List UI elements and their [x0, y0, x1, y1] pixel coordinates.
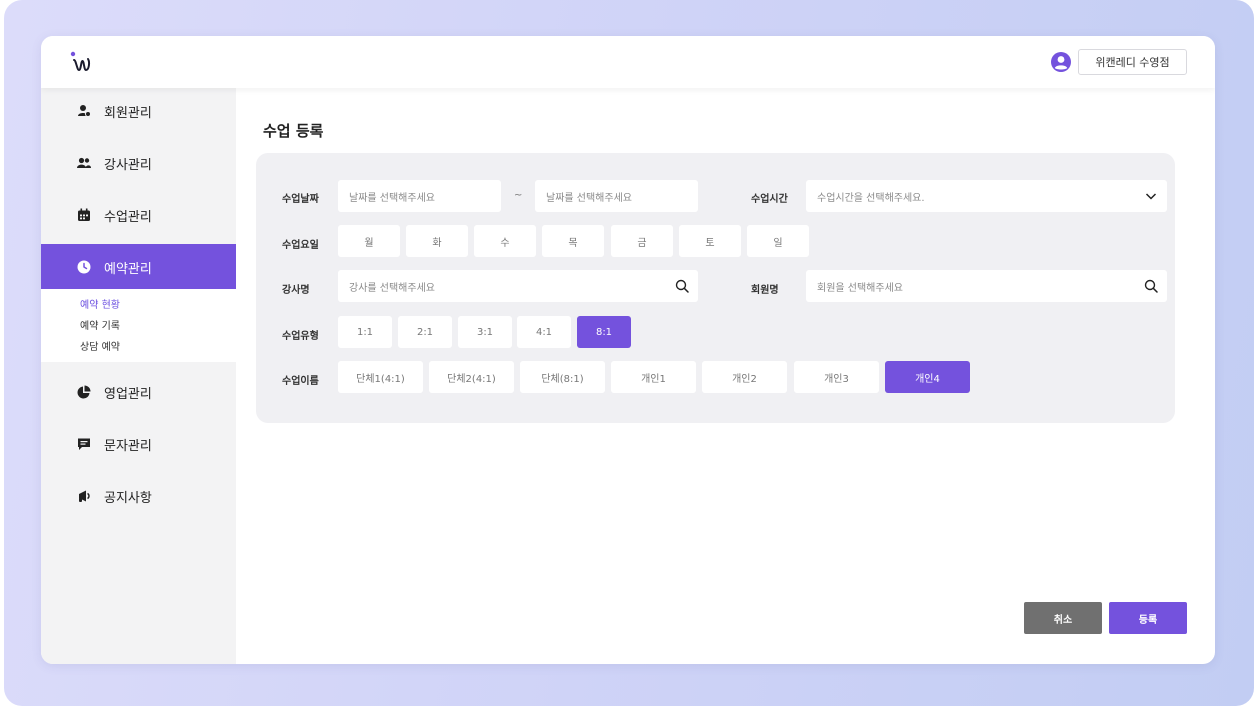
- user-avatar-icon[interactable]: [1051, 52, 1071, 72]
- sidebar-item-label: 예약관리: [104, 261, 152, 277]
- instructor-label: 강사명: [282, 285, 310, 296]
- member-icon: [77, 104, 91, 118]
- sidebar-item-sales[interactable]: 영업관리: [41, 369, 236, 415]
- day-chip-thu[interactable]: 목: [542, 225, 604, 257]
- logo-icon: [70, 51, 91, 72]
- day-chip-sat[interactable]: 토: [679, 225, 741, 257]
- chevron-down-icon: [1145, 193, 1157, 200]
- sidebar-item-classes[interactable]: 수업관리: [41, 192, 236, 238]
- cancel-button[interactable]: 취소: [1024, 602, 1102, 634]
- instructor-placeholder: 강사를 선택해주세요: [349, 282, 435, 294]
- time-select[interactable]: 수업시간을 선택해주세요.: [806, 180, 1167, 212]
- member-label: 회원명: [751, 285, 779, 296]
- submenu-item-reservation-status[interactable]: 예약 현황: [80, 295, 236, 316]
- sidebar-item-reservations[interactable]: 예약관리: [41, 244, 236, 290]
- time-label: 수업시간: [751, 194, 788, 205]
- date-end-field[interactable]: 날짜를 선택해주세요: [535, 180, 698, 212]
- sidebar-item-instructors[interactable]: 강사관리: [41, 140, 236, 186]
- type-label: 수업유형: [282, 331, 319, 342]
- type-chip-2-1[interactable]: 2:1: [398, 316, 452, 348]
- class-name-chip-private2[interactable]: 개인2: [702, 361, 787, 393]
- type-chip-1-1[interactable]: 1:1: [338, 316, 392, 348]
- time-select-placeholder: 수업시간을 선택해주세요.: [817, 192, 925, 204]
- class-name-chip-private4[interactable]: 개인4: [885, 361, 970, 393]
- sidebar: 회원관리 강사관리 수업관리 예약관리 예약 현황 예약 기록 상담 예약 영업…: [41, 88, 236, 664]
- class-name-chip-group2[interactable]: 단체2(4:1): [429, 361, 514, 393]
- type-chip-3-1[interactable]: 3:1: [458, 316, 512, 348]
- day-chip-fri[interactable]: 금: [611, 225, 673, 257]
- submit-button[interactable]: 등록: [1109, 602, 1187, 634]
- day-chip-sun[interactable]: 일: [747, 225, 809, 257]
- reservation-submenu: 예약 현황 예약 기록 상담 예약: [41, 289, 236, 362]
- message-icon: [77, 437, 91, 451]
- day-label: 수업요일: [282, 240, 319, 251]
- sidebar-item-members[interactable]: 회원관리: [41, 88, 236, 134]
- class-name-chip-group8[interactable]: 단체(8:1): [520, 361, 605, 393]
- instructor-search-field[interactable]: 강사를 선택해주세요: [338, 270, 698, 302]
- sidebar-item-label: 강사관리: [104, 157, 152, 173]
- day-chip-tue[interactable]: 화: [406, 225, 468, 257]
- sidebar-item-label: 문자관리: [104, 438, 152, 454]
- submenu-item-reservation-history[interactable]: 예약 기록: [80, 316, 236, 337]
- day-chip-mon[interactable]: 월: [338, 225, 400, 257]
- type-chip-8-1[interactable]: 8:1: [577, 316, 631, 348]
- megaphone-icon: [77, 489, 91, 503]
- page-title: 수업 등록: [263, 122, 324, 140]
- calendar-icon: [77, 208, 91, 222]
- sidebar-item-label: 수업관리: [104, 209, 152, 225]
- sidebar-item-label: 회원관리: [104, 105, 152, 121]
- sidebar-item-label: 영업관리: [104, 386, 152, 402]
- sidebar-item-notices[interactable]: 공지사항: [41, 473, 236, 519]
- submenu-item-consult-reservation[interactable]: 상담 예약: [80, 337, 236, 358]
- clock-icon: [77, 260, 91, 274]
- class-registration-form: 수업날짜 날짜를 선택해주세요 ~ 날짜를 선택해주세요 수업시간 수업시간을 …: [256, 153, 1175, 423]
- member-placeholder: 회원을 선택해주세요: [817, 282, 903, 294]
- sidebar-item-messages[interactable]: 문자관리: [41, 421, 236, 467]
- class-name-chip-private3[interactable]: 개인3: [794, 361, 879, 393]
- pie-chart-icon: [77, 385, 91, 399]
- sidebar-item-label: 공지사항: [104, 490, 152, 506]
- top-header: 위캔레디 수영점: [41, 36, 1215, 88]
- search-icon[interactable]: [1144, 279, 1158, 293]
- class-name-chip-group1[interactable]: 단체1(4:1): [338, 361, 423, 393]
- class-name-label: 수업이름: [282, 376, 319, 387]
- app-window: 위캔레디 수영점 회원관리 강사관리 수업관리 예약관리 예약 현황 예약 기록…: [41, 36, 1215, 664]
- people-icon: [77, 156, 91, 170]
- class-name-chip-private1[interactable]: 개인1: [611, 361, 696, 393]
- day-chip-wed[interactable]: 수: [474, 225, 536, 257]
- date-separator: ~: [514, 190, 523, 201]
- member-search-field[interactable]: 회원을 선택해주세요: [806, 270, 1167, 302]
- store-selector-button[interactable]: 위캔레디 수영점: [1078, 49, 1187, 75]
- date-start-field[interactable]: 날짜를 선택해주세요: [338, 180, 501, 212]
- search-icon[interactable]: [675, 279, 689, 293]
- date-label: 수업날짜: [282, 194, 319, 205]
- type-chip-4-1[interactable]: 4:1: [517, 316, 571, 348]
